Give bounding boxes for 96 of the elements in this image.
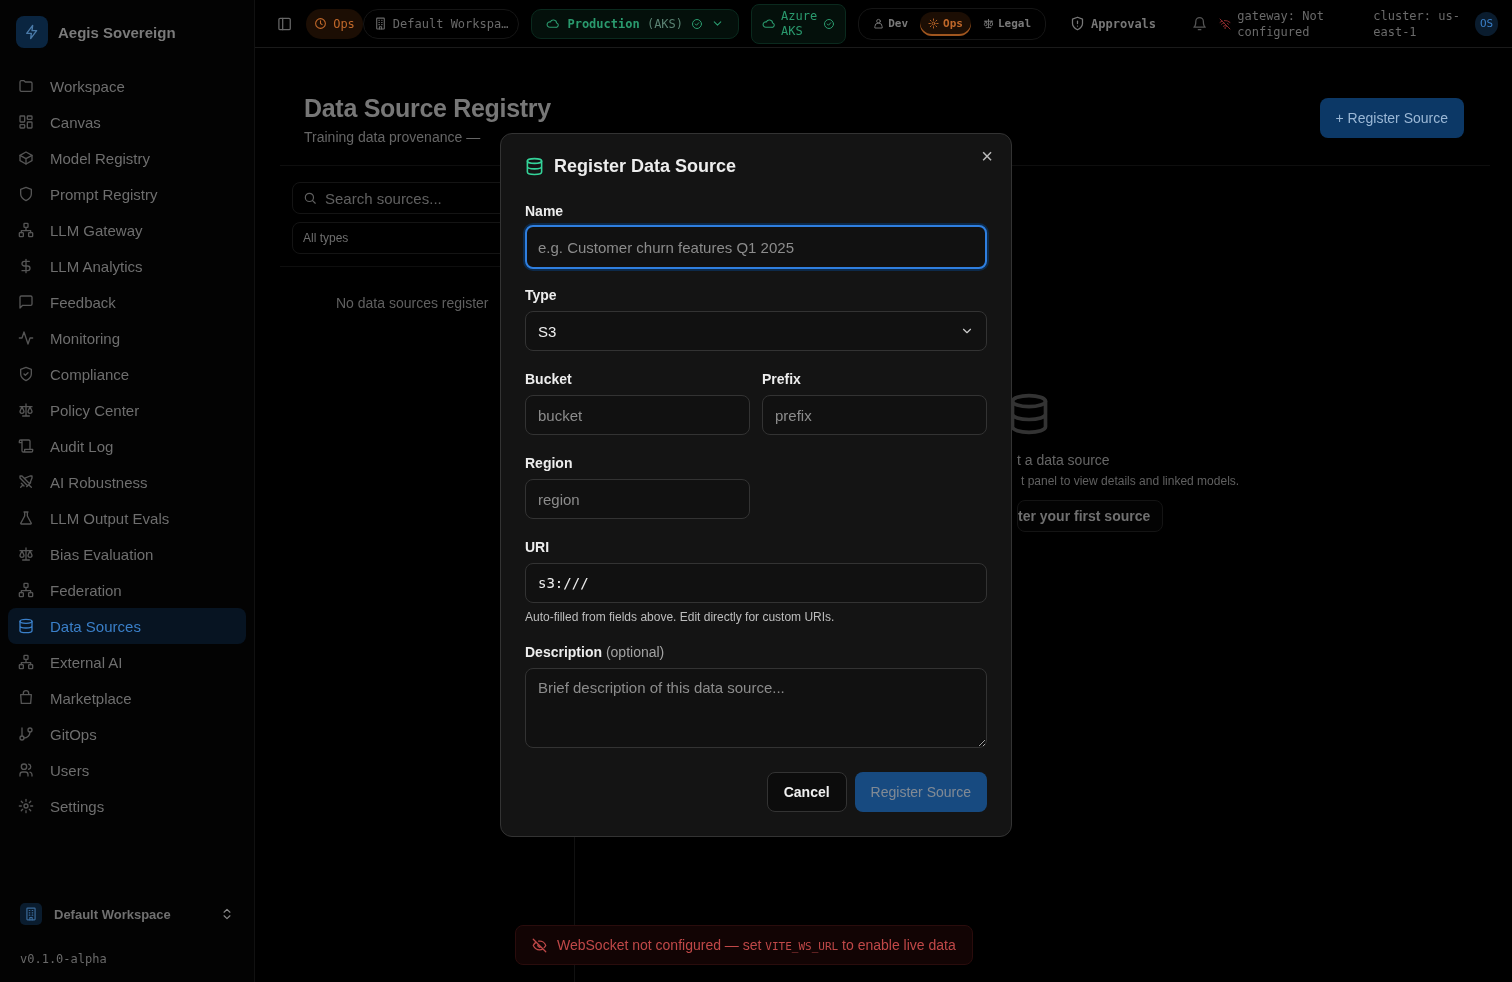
scale-icon bbox=[982, 18, 994, 29]
sidebar-item[interactable]: Audit Log bbox=[8, 428, 246, 464]
scale-icon bbox=[18, 546, 34, 562]
sidebar-item[interactable]: Compliance bbox=[8, 356, 246, 392]
persona-tab[interactable]: Ops bbox=[920, 11, 971, 36]
cluster-selector[interactable]: Production (AKS) bbox=[531, 8, 740, 39]
environment-chip[interactable]: Ops bbox=[306, 8, 363, 39]
field-label: Description (optional) bbox=[525, 644, 666, 660]
flask-icon bbox=[18, 510, 34, 526]
register-source-button[interactable]: + Register Source bbox=[1319, 98, 1464, 138]
sidebar-item[interactable]: LLM Output Evals bbox=[8, 500, 246, 536]
database-icon bbox=[525, 157, 544, 176]
users-icon bbox=[18, 762, 34, 778]
sidebar-item[interactable]: Policy Center bbox=[8, 392, 246, 428]
page-subtitle: Training data provenance — bbox=[304, 129, 482, 145]
search-icon bbox=[303, 191, 317, 205]
lightning-icon bbox=[24, 24, 40, 40]
building-icon bbox=[24, 907, 38, 921]
close-button[interactable]: × bbox=[979, 145, 995, 166]
wifi-off-icon bbox=[1219, 17, 1232, 30]
field-hint: Auto-filled from fields above. Edit directly for custom URIs. bbox=[525, 610, 836, 624]
sidebar-item[interactable]: Federation bbox=[8, 572, 246, 608]
scroll-icon bbox=[18, 438, 34, 454]
field-label: Region bbox=[525, 455, 574, 471]
network-icon bbox=[18, 582, 34, 598]
sidebar-item[interactable]: Marketplace bbox=[8, 680, 246, 716]
swords-icon bbox=[18, 474, 34, 490]
dollar-icon bbox=[18, 258, 34, 274]
text-field[interactable]: e.g. Customer churn features Q1 2025 bbox=[525, 225, 987, 269]
git-branch-icon bbox=[18, 726, 34, 742]
sidebar-item[interactable]: Monitoring bbox=[8, 320, 246, 356]
sidebar-item[interactable]: LLM Analytics bbox=[8, 248, 246, 284]
sidebar-item[interactable]: Canvas bbox=[8, 104, 246, 140]
sidebar-item[interactable]: AI Robustness bbox=[8, 464, 246, 500]
text-field[interactable]: region bbox=[525, 479, 750, 519]
shield-alert-icon bbox=[1070, 16, 1086, 31]
cluster-status: cluster: us-east-1 bbox=[1373, 7, 1461, 40]
websocket-warning: WebSocket not configured — set VITE_WS_URL to enable live data bbox=[557, 937, 956, 953]
chat-bubble-icon bbox=[18, 294, 34, 310]
bag-icon bbox=[18, 690, 34, 706]
text-field[interactable]: bucket bbox=[525, 395, 750, 435]
workspace-switcher[interactable]: Default Workspace bbox=[20, 894, 234, 934]
description-field[interactable]: Brief description of this data source... bbox=[525, 668, 987, 748]
gateway-status: gateway: Not configured bbox=[1237, 7, 1325, 40]
approvals-button[interactable]: Approvals bbox=[1070, 16, 1157, 31]
field-label: Prefix bbox=[762, 371, 802, 387]
sidebar-item[interactable]: Prompt Registry bbox=[8, 176, 246, 212]
empty-description: t panel to view details and linked models. bbox=[1020, 474, 1241, 488]
pulse-icon bbox=[18, 330, 34, 346]
empty-message: No data sources register bbox=[336, 295, 489, 311]
field-label: URI bbox=[525, 539, 551, 555]
persona-tab[interactable]: Dev bbox=[865, 11, 917, 36]
provider-chip[interactable]: Azure AKS bbox=[751, 3, 847, 44]
version-label: v0.1.0-alpha bbox=[20, 952, 108, 966]
shield-icon bbox=[18, 186, 34, 202]
sidebar-item[interactable]: Data Sources bbox=[8, 608, 246, 644]
field-label: Bucket bbox=[525, 371, 573, 387]
sidebar-item[interactable]: Model Registry bbox=[8, 140, 246, 176]
scale-icon bbox=[18, 402, 34, 418]
cloud-icon bbox=[546, 17, 560, 30]
sidebar-item[interactable]: GitOps bbox=[8, 716, 246, 752]
cloud-icon bbox=[762, 17, 776, 30]
dialog-title: Register Data Source bbox=[554, 156, 738, 177]
text-field[interactable]: prefix bbox=[762, 395, 987, 435]
field-label: Type bbox=[525, 287, 558, 303]
empty-title: t a data source bbox=[1017, 452, 1111, 468]
eye-off-icon bbox=[532, 937, 547, 953]
sidebar-item[interactable]: External AI bbox=[8, 644, 246, 680]
network-icon bbox=[18, 654, 34, 670]
sidebar-item[interactable]: Feedback bbox=[8, 284, 246, 320]
network-icon bbox=[18, 222, 34, 238]
type-select[interactable]: S3 bbox=[525, 311, 987, 351]
database-icon bbox=[18, 618, 34, 634]
bell-icon bbox=[1192, 15, 1208, 32]
building-icon bbox=[373, 17, 387, 30]
page-title: Data Source Registry bbox=[304, 94, 551, 123]
sidebar-item[interactable]: Bias Evaluation bbox=[8, 536, 246, 572]
clock-icon bbox=[314, 17, 328, 30]
grid-icon bbox=[18, 114, 34, 130]
sidebar-item[interactable]: Settings bbox=[8, 788, 246, 824]
check-circle-icon bbox=[823, 17, 836, 30]
shield-check-icon bbox=[18, 366, 34, 382]
sidebar-item[interactable]: LLM Gateway bbox=[8, 212, 246, 248]
panel-toggle-icon bbox=[277, 15, 293, 32]
app-name: Aegis Sovereign bbox=[58, 23, 176, 41]
uri-field[interactable]: s3:/// bbox=[525, 563, 987, 603]
register-first-button[interactable]: ter your first source bbox=[1017, 500, 1164, 532]
cube-icon bbox=[18, 150, 34, 166]
persona-tab[interactable]: Legal bbox=[974, 11, 1040, 36]
check-circle-icon bbox=[691, 17, 704, 30]
folder-icon bbox=[18, 78, 34, 94]
sidebar-item[interactable]: Users bbox=[8, 752, 246, 788]
cancel-button[interactable]: Cancel bbox=[766, 772, 847, 812]
user-avatar[interactable]: OS bbox=[1475, 11, 1498, 36]
person-icon bbox=[873, 18, 885, 29]
sidebar-item[interactable]: Workspace bbox=[8, 68, 246, 104]
